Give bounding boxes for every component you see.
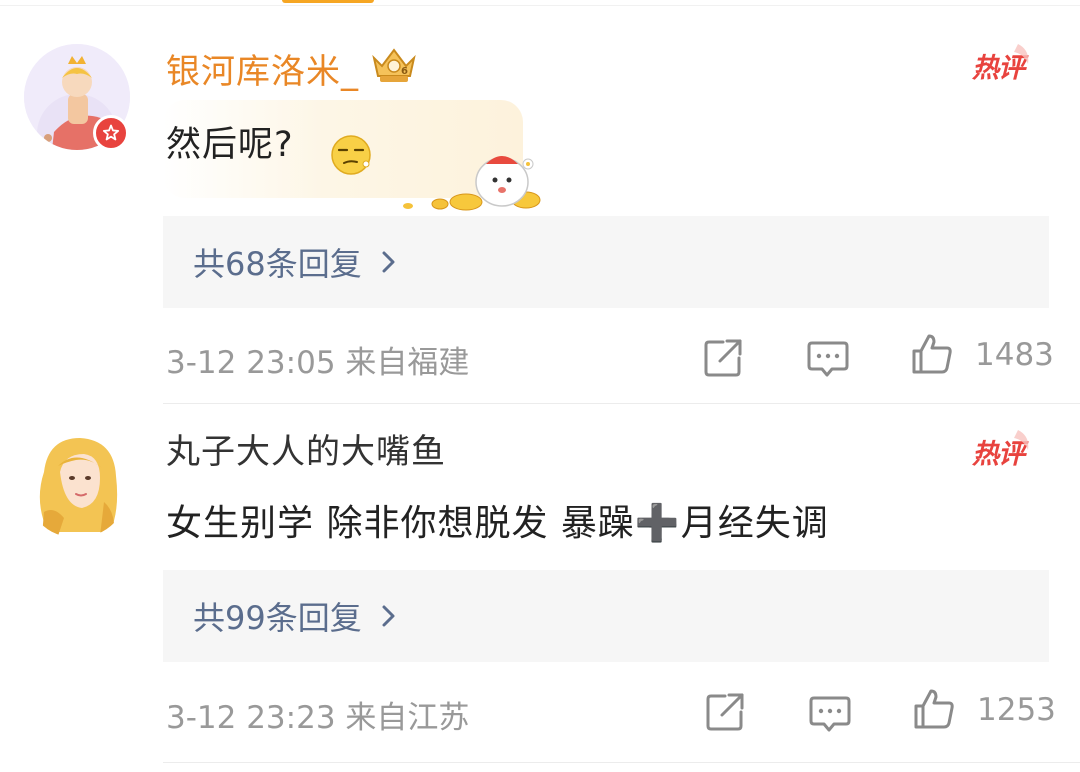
like-count: 1253 xyxy=(977,692,1056,728)
vip-crown-icon: 6 xyxy=(368,44,420,86)
replies-count-label: 共99条回复 xyxy=(193,599,362,637)
chevron-right-icon xyxy=(382,605,395,627)
comment-divider xyxy=(163,762,1080,763)
comment-text: 然后呢? xyxy=(166,116,294,167)
chevron-right-icon xyxy=(382,251,395,273)
comment-icon[interactable] xyxy=(808,691,852,735)
smirk-emoji-icon xyxy=(330,134,372,176)
comment-text: 女生别学 除非你想脱发 暴躁➕月经失调 xyxy=(166,503,829,544)
hot-comment-badge: 热评 xyxy=(968,42,1036,86)
comment-time-location: 3-12 23:23 来自江苏 xyxy=(166,700,470,736)
like-count: 1483 xyxy=(975,337,1054,373)
gold-ingot-sticker-icon xyxy=(398,134,548,216)
verified-badge-icon xyxy=(93,115,129,151)
replies-count-label: 共68条回复 xyxy=(193,245,362,283)
username[interactable]: 银河库洛米_ xyxy=(166,44,359,93)
comment-item-1: 银河库洛米_ 6 热评 然后呢? 共68条回复 3-12 23:05 来自福建 … xyxy=(0,14,1080,404)
svg-text:6: 6 xyxy=(401,66,408,77)
top-edge xyxy=(0,0,1080,6)
comment-icon[interactable] xyxy=(806,336,850,380)
like-icon[interactable] xyxy=(912,687,956,731)
comment-list-page: 银河库洛米_ 6 热评 然后呢? 共68条回复 3-12 23:05 来自福建 … xyxy=(0,0,1080,772)
share-icon[interactable] xyxy=(703,690,747,734)
avatar[interactable] xyxy=(24,432,130,538)
hot-comment-badge: 热评 xyxy=(968,428,1036,472)
comment-time-location: 3-12 23:05 来自福建 xyxy=(166,345,470,381)
like-icon[interactable] xyxy=(910,332,954,376)
view-replies-button[interactable]: 共68条回复 xyxy=(163,216,1049,308)
tab-indicator xyxy=(282,0,374,3)
view-replies-button[interactable]: 共99条回复 xyxy=(163,570,1049,662)
comment-text-content: 然后呢? xyxy=(166,125,294,165)
avatar-blonde-girl-image xyxy=(24,432,130,538)
comment-item-2: 丸子大人的大嘴鱼 热评 女生别学 除非你想脱发 暴躁➕月经失调 共99条回复 3… xyxy=(0,404,1080,766)
username[interactable]: 丸子大人的大嘴鱼 xyxy=(166,424,446,473)
share-icon[interactable] xyxy=(701,336,745,380)
top-divider xyxy=(0,5,1080,6)
